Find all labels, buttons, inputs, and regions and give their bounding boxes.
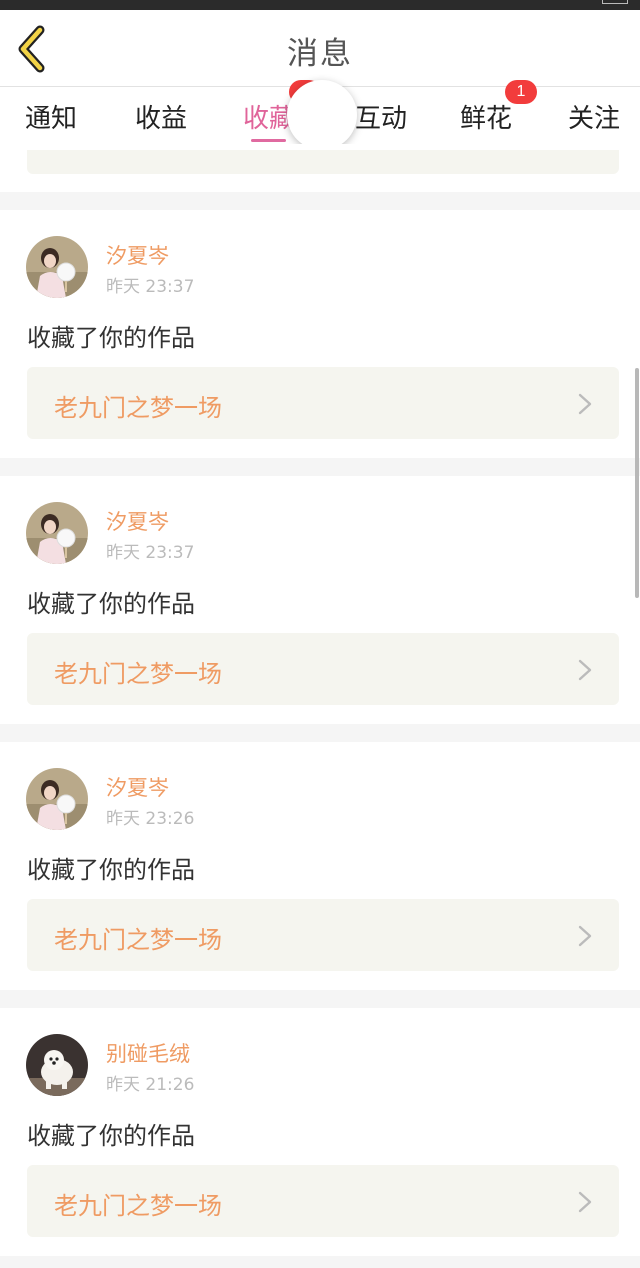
- tab-follows[interactable]: 关注: [568, 98, 620, 135]
- divider: [0, 724, 640, 742]
- work-link[interactable]: 老九门之梦一场: [27, 367, 619, 439]
- list-item: 汐夏岑 昨天 23:37 收藏了你的作品 老九门之梦一场: [0, 476, 640, 724]
- message-text: 收藏了你的作品: [27, 856, 195, 884]
- list-item: 汐夏岑 昨天 23:26 收藏了你的作品 老九门之梦一场: [0, 742, 640, 990]
- header: 消息: [0, 10, 640, 87]
- work-link[interactable]: 老九门之梦一场: [27, 1165, 619, 1237]
- user-name[interactable]: 别碰毛绒: [106, 1038, 190, 1068]
- timestamp: 昨天 23:26: [106, 809, 195, 829]
- user-name[interactable]: 汐夏岑: [106, 240, 169, 270]
- timestamp: 昨天 21:26: [106, 1075, 195, 1095]
- work-link-partial[interactable]: [27, 150, 619, 174]
- chevron-right-icon: [578, 1191, 592, 1213]
- divider: [0, 990, 640, 1008]
- work-link[interactable]: 老九门之梦一场: [27, 633, 619, 705]
- tab-notifications[interactable]: 通知: [25, 98, 77, 135]
- avatar[interactable]: [26, 236, 88, 298]
- active-tab-indicator: [251, 139, 286, 142]
- work-link[interactable]: 老九门之梦一场: [27, 899, 619, 971]
- divider: [0, 192, 640, 210]
- tab-flowers[interactable]: 鲜花: [460, 98, 512, 135]
- message-list: 汐夏岑 昨天 23:37 收藏了你的作品 老九门之梦一场 汐夏岑 昨天 23:3…: [0, 144, 640, 1268]
- list-item: 汐夏岑 昨天 23:37 收藏了你的作品 老九门之梦一场: [0, 210, 640, 458]
- work-title: 老九门之梦一场: [54, 1192, 222, 1220]
- timestamp: 昨天 23:37: [106, 277, 195, 297]
- avatar[interactable]: [26, 768, 88, 830]
- avatar[interactable]: [26, 502, 88, 564]
- avatar[interactable]: [26, 1034, 88, 1096]
- message-text: 收藏了你的作品: [27, 590, 195, 618]
- list-item: 别碰毛绒 昨天 21:26 收藏了你的作品 老九门之梦一场: [0, 1008, 640, 1256]
- divider: [0, 1256, 640, 1268]
- tab-interaction[interactable]: 互动: [355, 98, 407, 135]
- tab-earnings[interactable]: 收益: [135, 98, 187, 135]
- user-name[interactable]: 汐夏岑: [106, 772, 169, 802]
- flowers-badge: 1: [505, 80, 537, 104]
- chevron-right-icon: [578, 393, 592, 415]
- timestamp: 昨天 23:37: [106, 543, 195, 563]
- floating-assistive-button[interactable]: [287, 80, 357, 150]
- status-bar: [0, 0, 640, 10]
- divider: [0, 458, 640, 476]
- work-title: 老九门之梦一场: [54, 926, 222, 954]
- message-text: 收藏了你的作品: [27, 1122, 195, 1150]
- chevron-right-icon: [578, 659, 592, 681]
- message-text: 收藏了你的作品: [27, 324, 195, 352]
- chevron-right-icon: [578, 925, 592, 947]
- work-title: 老九门之梦一场: [54, 660, 222, 688]
- user-name[interactable]: 汐夏岑: [106, 506, 169, 536]
- scrollbar[interactable]: [635, 368, 639, 598]
- work-title: 老九门之梦一场: [54, 394, 222, 422]
- page-title: 消息: [287, 36, 353, 72]
